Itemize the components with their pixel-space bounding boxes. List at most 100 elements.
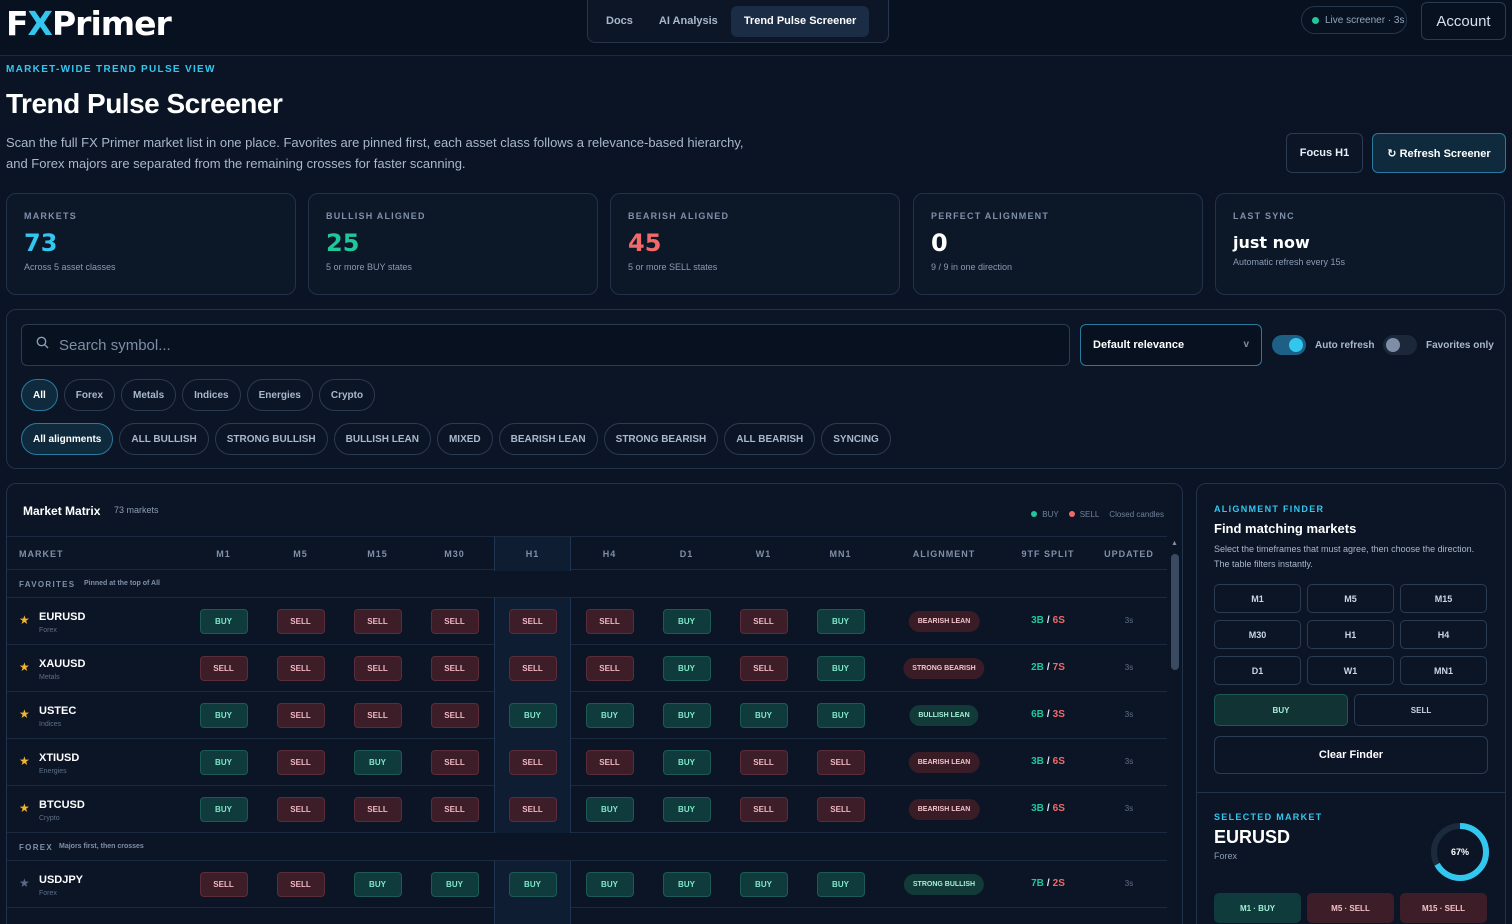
search-input[interactable] bbox=[59, 336, 959, 354]
table-row[interactable]: ★ USTEC Indices BUY SELL SELL SELL BUY BUY BUY BUY… bbox=[7, 692, 1167, 739]
signal-badge-h1[interactable]: SELL bbox=[508, 797, 557, 822]
favorite-star-icon[interactable]: ★ bbox=[19, 801, 30, 815]
column-header-m1[interactable]: M1 bbox=[185, 537, 262, 571]
focus-h1-button[interactable]: Focus H1 bbox=[1286, 133, 1363, 173]
favorites-only-toggle[interactable] bbox=[1383, 335, 1417, 355]
nav-tab-trend-pulse-screener[interactable]: Trend Pulse Screener bbox=[730, 5, 870, 37]
finder-sell-button[interactable]: SELL bbox=[1354, 694, 1488, 726]
scroll-up-icon[interactable]: ▲ bbox=[1171, 540, 1178, 547]
column-header-mn1[interactable]: MN1 bbox=[802, 537, 879, 571]
signal-badge-m30[interactable]: BUY bbox=[430, 872, 479, 897]
chip-alignment-all-bullish[interactable]: ALL BULLISH bbox=[119, 423, 209, 455]
signal-badge-m15[interactable]: SELL bbox=[353, 609, 402, 634]
column-header-market[interactable]: MARKET bbox=[19, 537, 159, 571]
account-button[interactable]: Account bbox=[1421, 2, 1506, 40]
column-header-w1[interactable]: W1 bbox=[725, 537, 802, 571]
nav-tab-docs[interactable]: Docs bbox=[593, 6, 646, 37]
signal-badge-m1[interactable]: BUY bbox=[199, 750, 248, 775]
column-header-h4[interactable]: H4 bbox=[571, 537, 648, 571]
clear-finder-button[interactable]: Clear Finder bbox=[1214, 736, 1488, 774]
signal-badge-w1[interactable]: SELL bbox=[739, 750, 788, 775]
signal-badge-m1[interactable]: SELL bbox=[199, 872, 248, 897]
chip-asset-energies[interactable]: Energies bbox=[246, 379, 313, 411]
signal-badge-h1[interactable]: SELL bbox=[508, 750, 557, 775]
chip-asset-all[interactable]: All bbox=[21, 379, 58, 411]
signal-badge-h4[interactable]: BUY bbox=[585, 703, 634, 728]
signal-badge-mn1[interactable]: BUY bbox=[816, 872, 865, 897]
table-row[interactable] bbox=[7, 908, 1167, 924]
signal-badge-m5[interactable]: SELL bbox=[276, 656, 325, 681]
scrollbar-thumb[interactable] bbox=[1171, 554, 1179, 670]
signal-badge-m1[interactable]: BUY bbox=[199, 703, 248, 728]
column-header-h1[interactable]: H1 bbox=[494, 537, 571, 571]
fxprimer-logo[interactable]: FXPrimer bbox=[6, 4, 172, 43]
column-header-d1[interactable]: D1 bbox=[648, 537, 725, 571]
signal-badge-w1[interactable]: SELL bbox=[739, 609, 788, 634]
signal-badge-w1[interactable]: BUY bbox=[739, 703, 788, 728]
signal-badge-m15[interactable]: SELL bbox=[353, 656, 402, 681]
finder-tf-m1[interactable]: M1 bbox=[1214, 584, 1301, 613]
signal-badge-h4[interactable]: BUY bbox=[585, 797, 634, 822]
signal-badge-mn1[interactable]: BUY bbox=[816, 703, 865, 728]
table-row[interactable]: ★ BTCUSD Crypto BUY SELL SELL SELL SELL BUY BUY SE… bbox=[7, 786, 1167, 833]
finder-tf-mn1[interactable]: MN1 bbox=[1400, 656, 1487, 685]
chip-asset-metals[interactable]: Metals bbox=[121, 379, 177, 411]
signal-badge-h1[interactable]: SELL bbox=[508, 656, 557, 681]
favorite-star-icon[interactable]: ★ bbox=[19, 660, 30, 674]
favorite-star-icon[interactable]: ★ bbox=[19, 707, 30, 721]
signal-badge-m1[interactable]: SELL bbox=[199, 656, 248, 681]
chip-alignment-all-bearish[interactable]: ALL BEARISH bbox=[724, 423, 816, 455]
signal-badge-d1[interactable]: BUY bbox=[662, 609, 711, 634]
chip-alignment-mixed[interactable]: MIXED bbox=[436, 423, 493, 455]
signal-badge-w1[interactable]: BUY bbox=[739, 872, 788, 897]
signal-badge-h4[interactable]: SELL bbox=[585, 656, 634, 681]
table-row[interactable]: ★ XTIUSD Energies BUY SELL BUY SELL SELL SELL BUY… bbox=[7, 739, 1167, 786]
signal-badge-w1[interactable]: SELL bbox=[739, 656, 788, 681]
signal-badge-w1[interactable]: SELL bbox=[739, 797, 788, 822]
signal-badge-mn1[interactable]: SELL bbox=[816, 750, 865, 775]
signal-badge-h4[interactable]: BUY bbox=[585, 872, 634, 897]
finder-tf-w1[interactable]: W1 bbox=[1307, 656, 1394, 685]
chip-alignment-bearish-lean[interactable]: BEARISH LEAN bbox=[498, 423, 598, 455]
signal-badge-m5[interactable]: SELL bbox=[276, 872, 325, 897]
signal-badge-m30[interactable]: SELL bbox=[430, 750, 479, 775]
chip-alignment-strong-bearish[interactable]: STRONG BEARISH bbox=[603, 423, 719, 455]
column-header-m30[interactable]: M30 bbox=[416, 537, 493, 571]
signal-badge-m15[interactable]: BUY bbox=[353, 750, 402, 775]
column-header-9tf-split[interactable]: 9TF SPLIT bbox=[1013, 537, 1083, 571]
favorite-star-icon[interactable]: ★ bbox=[19, 876, 30, 890]
signal-badge-h1[interactable]: BUY bbox=[508, 872, 557, 897]
finder-tf-h1[interactable]: H1 bbox=[1307, 620, 1394, 649]
signal-badge-h4[interactable]: SELL bbox=[585, 609, 634, 634]
finder-tf-h4[interactable]: H4 bbox=[1400, 620, 1487, 649]
finder-tf-m30[interactable]: M30 bbox=[1214, 620, 1301, 649]
nav-tab-ai-analysis[interactable]: AI Analysis bbox=[646, 6, 731, 37]
signal-badge-m5[interactable]: SELL bbox=[276, 797, 325, 822]
table-row[interactable]: ★ XAUUSD Metals SELL SELL SELL SELL SELL SELL BUY… bbox=[7, 645, 1167, 692]
selected-tf-chip[interactable]: M1 · BUY bbox=[1214, 893, 1301, 923]
table-row[interactable]: ★ EURUSD Forex BUY SELL SELL SELL SELL SELL BUY SE… bbox=[7, 598, 1167, 645]
chip-asset-forex[interactable]: Forex bbox=[63, 379, 116, 411]
signal-badge-d1[interactable]: BUY bbox=[662, 703, 711, 728]
signal-badge-d1[interactable]: BUY bbox=[662, 750, 711, 775]
table-row[interactable]: ★ USDJPY Forex SELL SELL BUY BUY BUY BUY BUY BUY BU… bbox=[7, 861, 1167, 908]
favorite-star-icon[interactable]: ★ bbox=[19, 754, 30, 768]
signal-badge-m30[interactable]: SELL bbox=[430, 703, 479, 728]
signal-badge-mn1[interactable]: BUY bbox=[816, 609, 865, 634]
signal-badge-m15[interactable]: SELL bbox=[353, 797, 402, 822]
finder-tf-m5[interactable]: M5 bbox=[1307, 584, 1394, 613]
signal-badge-h1[interactable]: BUY bbox=[508, 703, 557, 728]
signal-badge-m15[interactable]: BUY bbox=[353, 872, 402, 897]
signal-badge-m5[interactable]: SELL bbox=[276, 703, 325, 728]
matrix-scrollbar[interactable]: ▲ bbox=[1169, 536, 1181, 924]
signal-badge-m30[interactable]: SELL bbox=[430, 656, 479, 681]
auto-refresh-toggle[interactable] bbox=[1272, 335, 1306, 355]
chip-asset-crypto[interactable]: Crypto bbox=[318, 379, 376, 411]
signal-badge-d1[interactable]: BUY bbox=[662, 656, 711, 681]
search-box[interactable] bbox=[21, 324, 1070, 366]
column-header-m5[interactable]: M5 bbox=[262, 537, 339, 571]
signal-badge-d1[interactable]: BUY bbox=[662, 797, 711, 822]
chip-alignment-strong-bullish[interactable]: STRONG BULLISH bbox=[214, 423, 328, 455]
selected-tf-chip[interactable]: M5 · SELL bbox=[1307, 893, 1394, 923]
chip-alignment-syncing[interactable]: SYNCING bbox=[821, 423, 891, 455]
